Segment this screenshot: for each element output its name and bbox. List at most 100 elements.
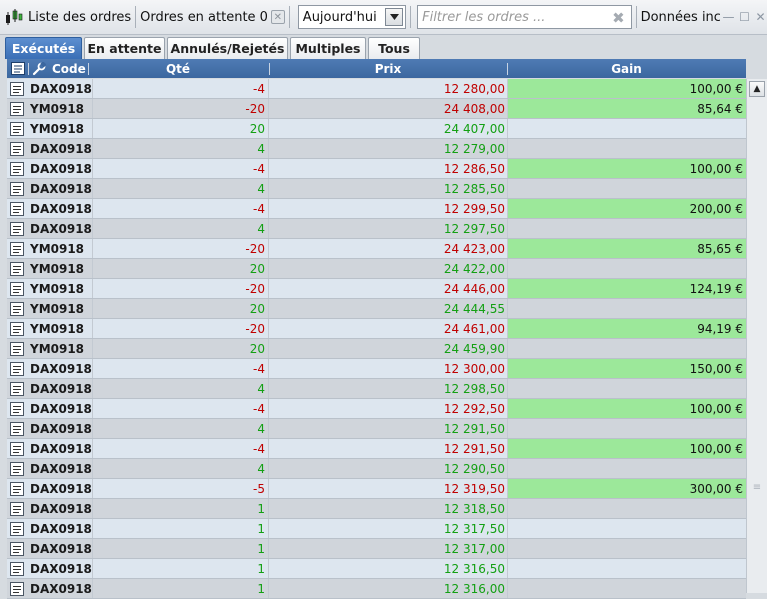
vertical-scrollbar[interactable]: ▲ ≡ bbox=[746, 79, 767, 593]
table-row[interactable]: DAX0918 4 12 297,50 bbox=[7, 219, 746, 239]
tab-tous[interactable]: Tous bbox=[368, 37, 420, 59]
period-select[interactable]: Aujourd'hui bbox=[297, 5, 407, 29]
order-details-cell[interactable] bbox=[7, 119, 27, 138]
column-header-price[interactable]: Prix bbox=[269, 59, 507, 78]
maximize-icon[interactable]: ☐ bbox=[738, 10, 751, 24]
order-details-cell[interactable] bbox=[7, 439, 27, 458]
table-row[interactable]: YM0918 -20 24 408,00 85,64 € bbox=[7, 99, 746, 119]
tab-en-attente[interactable]: En attente bbox=[84, 37, 165, 59]
column-header-code[interactable]: Code bbox=[52, 59, 86, 78]
order-details-icon[interactable] bbox=[10, 321, 24, 336]
details-column-icon[interactable] bbox=[9, 59, 27, 78]
table-row[interactable]: DAX0918 4 12 279,00 bbox=[7, 139, 746, 159]
filter-search[interactable]: ✖ bbox=[417, 5, 632, 29]
order-details-cell[interactable] bbox=[7, 479, 27, 498]
table-row[interactable]: DAX0918 -4 12 300,00 150,00 € bbox=[7, 359, 746, 379]
tab-multiples[interactable]: Multiples bbox=[290, 37, 366, 59]
scroll-up-icon[interactable]: ▲ bbox=[749, 81, 765, 97]
order-details-cell[interactable] bbox=[7, 559, 27, 578]
order-details-icon[interactable] bbox=[10, 261, 24, 276]
order-details-icon[interactable] bbox=[10, 521, 24, 536]
table-row[interactable]: DAX0918 4 12 290,50 bbox=[7, 459, 746, 479]
table-row[interactable]: YM0918 -20 24 461,00 94,19 € bbox=[7, 319, 746, 339]
order-details-icon[interactable] bbox=[10, 181, 24, 196]
order-details-cell[interactable] bbox=[7, 159, 27, 178]
table-row[interactable]: DAX0918 -4 12 291,50 100,00 € bbox=[7, 439, 746, 459]
order-details-cell[interactable] bbox=[7, 99, 27, 118]
order-details-icon[interactable] bbox=[10, 121, 24, 136]
order-details-cell[interactable] bbox=[7, 379, 27, 398]
order-details-icon[interactable] bbox=[10, 581, 24, 596]
close-icon[interactable]: ✕ bbox=[754, 10, 767, 24]
chevron-down-icon[interactable] bbox=[385, 8, 404, 26]
order-details-cell[interactable] bbox=[7, 179, 27, 198]
wrench-icon[interactable] bbox=[32, 59, 46, 78]
table-row[interactable]: DAX0918 4 12 298,50 bbox=[7, 379, 746, 399]
clear-pending-icon[interactable]: ✕ bbox=[270, 10, 285, 24]
table-row[interactable]: YM0918 20 24 459,90 bbox=[7, 339, 746, 359]
scroll-grip-icon[interactable]: ≡ bbox=[752, 482, 762, 496]
data-label[interactable]: Données inc bbox=[641, 10, 720, 25]
table-row[interactable]: DAX0918 -4 12 280,00 100,00 € bbox=[7, 79, 746, 99]
order-details-cell[interactable] bbox=[7, 539, 27, 558]
table-row[interactable]: DAX0918 1 12 318,50 bbox=[7, 499, 746, 519]
table-row[interactable]: DAX0918 4 12 285,50 bbox=[7, 179, 746, 199]
order-details-icon[interactable] bbox=[10, 341, 24, 356]
table-row[interactable]: DAX0918 -4 12 286,50 100,00 € bbox=[7, 159, 746, 179]
order-details-icon[interactable] bbox=[10, 541, 24, 556]
order-details-icon[interactable] bbox=[10, 221, 24, 236]
order-details-icon[interactable] bbox=[10, 241, 24, 256]
order-details-icon[interactable] bbox=[10, 201, 24, 216]
order-details-icon[interactable] bbox=[10, 461, 24, 476]
order-details-icon[interactable] bbox=[10, 501, 24, 516]
order-details-cell[interactable] bbox=[7, 319, 27, 338]
table-row[interactable]: DAX0918 1 12 317,00 bbox=[7, 539, 746, 559]
column-header-gain[interactable]: Gain bbox=[507, 59, 746, 78]
order-details-cell[interactable] bbox=[7, 339, 27, 358]
column-header-qty[interactable]: Qté bbox=[89, 59, 267, 78]
order-details-icon[interactable] bbox=[10, 281, 24, 296]
table-row[interactable]: DAX0918 -4 12 299,50 200,00 € bbox=[7, 199, 746, 219]
table-row[interactable]: YM0918 -20 24 446,00 124,19 € bbox=[7, 279, 746, 299]
table-row[interactable]: DAX0918 1 12 316,00 bbox=[7, 579, 746, 599]
order-details-icon[interactable] bbox=[10, 561, 24, 576]
table-row[interactable]: DAX0918 1 12 317,50 bbox=[7, 519, 746, 539]
order-details-icon[interactable] bbox=[10, 81, 24, 96]
pending-orders[interactable]: Ordres en attente 0 ✕ bbox=[140, 0, 285, 35]
order-details-icon[interactable] bbox=[10, 441, 24, 456]
filter-orders-input[interactable] bbox=[422, 9, 613, 25]
order-details-cell[interactable] bbox=[7, 299, 27, 318]
order-details-cell[interactable] bbox=[7, 79, 27, 98]
orders-list-tab[interactable]: Liste des ordres bbox=[0, 0, 131, 35]
table-row[interactable]: DAX0918 -4 12 292,50 100,00 € bbox=[7, 399, 746, 419]
minimize-icon[interactable]: — bbox=[722, 10, 735, 24]
order-details-cell[interactable] bbox=[7, 499, 27, 518]
order-details-icon[interactable] bbox=[10, 381, 24, 396]
order-details-cell[interactable] bbox=[7, 459, 27, 478]
tab-annules-rejetes[interactable]: Annulés/Rejetés bbox=[167, 37, 288, 59]
order-details-icon[interactable] bbox=[10, 401, 24, 416]
order-details-cell[interactable] bbox=[7, 219, 27, 238]
table-row[interactable]: DAX0918 1 12 316,50 bbox=[7, 559, 746, 579]
order-details-icon[interactable] bbox=[10, 421, 24, 436]
table-row[interactable]: YM0918 -20 24 423,00 85,65 € bbox=[7, 239, 746, 259]
order-details-icon[interactable] bbox=[10, 101, 24, 116]
order-details-cell[interactable] bbox=[7, 139, 27, 158]
order-details-icon[interactable] bbox=[10, 141, 24, 156]
table-row[interactable]: DAX0918 -5 12 319,50 300,00 € bbox=[7, 479, 746, 499]
order-details-cell[interactable] bbox=[7, 519, 27, 538]
table-row[interactable]: YM0918 20 24 422,00 bbox=[7, 259, 746, 279]
order-details-icon[interactable] bbox=[10, 481, 24, 496]
order-details-icon[interactable] bbox=[10, 361, 24, 376]
table-row[interactable]: YM0918 20 24 407,00 bbox=[7, 119, 746, 139]
order-details-cell[interactable] bbox=[7, 199, 27, 218]
table-row[interactable]: DAX0918 4 12 291,50 bbox=[7, 419, 746, 439]
order-details-cell[interactable] bbox=[7, 579, 27, 598]
order-details-cell[interactable] bbox=[7, 259, 27, 278]
tab-executes[interactable]: Exécutés bbox=[5, 37, 82, 59]
order-details-cell[interactable] bbox=[7, 419, 27, 438]
order-details-icon[interactable] bbox=[10, 301, 24, 316]
order-details-cell[interactable] bbox=[7, 399, 27, 418]
clear-filter-icon[interactable]: ✖ bbox=[612, 9, 625, 27]
order-details-cell[interactable] bbox=[7, 239, 27, 258]
